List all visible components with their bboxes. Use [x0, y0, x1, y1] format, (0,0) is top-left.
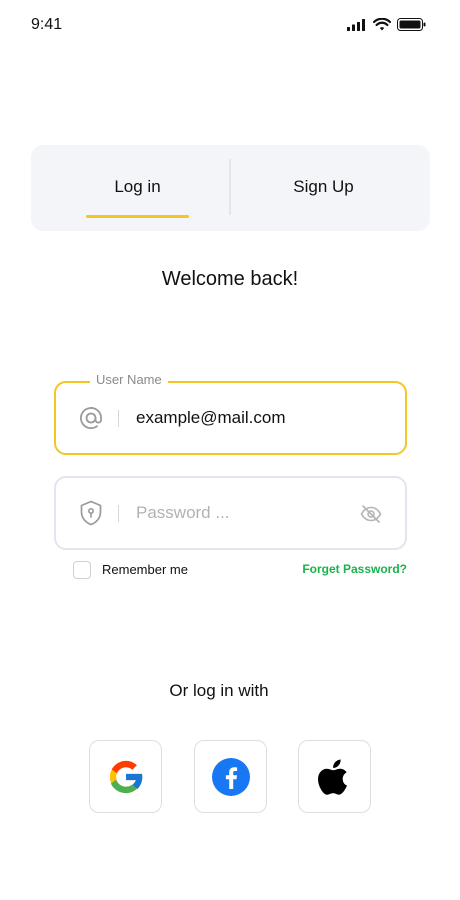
facebook-login-button[interactable] [194, 740, 267, 813]
username-legend: User Name [90, 372, 168, 387]
battery-icon [397, 18, 426, 31]
username-field: User Name [54, 372, 407, 455]
auth-tabs: Log in Sign Up [31, 145, 430, 231]
at-icon [78, 405, 104, 431]
username-separator [118, 410, 119, 427]
tab-login[interactable]: Log in [38, 145, 237, 231]
apple-login-button[interactable] [298, 740, 371, 813]
remember-me-label[interactable]: Remember me [102, 562, 188, 577]
username-input[interactable] [136, 401, 356, 435]
google-login-button[interactable] [89, 740, 162, 813]
remember-me-checkbox[interactable] [73, 561, 91, 579]
password-field [54, 476, 407, 550]
forgot-password-link[interactable]: Forget Password? [302, 562, 407, 576]
status-bar: 9:41 [0, 0, 460, 56]
apple-icon [317, 759, 347, 795]
welcome-heading: Welcome back! [161, 268, 299, 290]
facebook-icon [211, 757, 250, 796]
tab-signup-label: Sign Up [293, 177, 354, 196]
wifi-icon [373, 18, 391, 31]
eye-off-icon[interactable] [359, 502, 383, 526]
status-icons [347, 18, 426, 31]
signal-icon [347, 18, 365, 31]
status-time: 9:41 [31, 16, 63, 33]
active-tab-indicator [86, 215, 189, 218]
or-login-with-text: Or log in with [169, 681, 269, 700]
password-separator [118, 505, 119, 522]
tab-signup[interactable]: Sign Up [224, 145, 423, 231]
password-input[interactable] [136, 496, 356, 530]
google-icon [109, 760, 143, 793]
shield-lock-icon [78, 500, 104, 526]
tab-login-label: Log in [114, 177, 161, 196]
